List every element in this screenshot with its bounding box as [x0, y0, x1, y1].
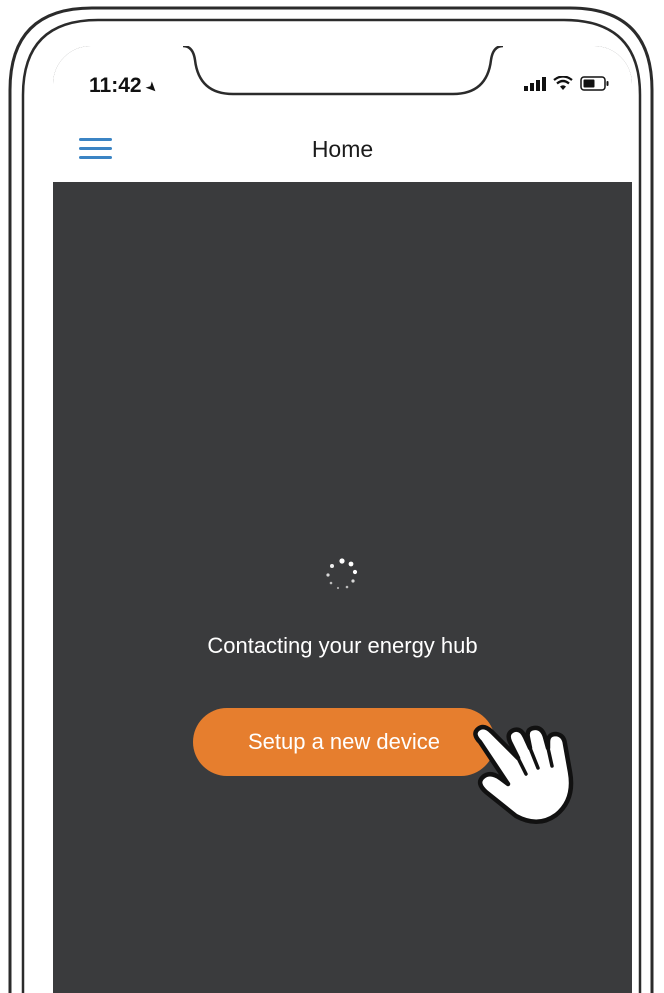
- loading-spinner-icon: [326, 558, 358, 590]
- page-title: Home: [311, 136, 374, 162]
- phone-screen: 11:42➤ Home Contacting your energy hub S…: [53, 46, 632, 993]
- hand-pointer-icon: [473, 724, 574, 824]
- nav-bar: Home: [53, 116, 632, 182]
- phone-notch: [182, 46, 504, 96]
- setup-new-device-button[interactable]: Setup a new device: [193, 708, 495, 776]
- loading-message: Contacting your energy hub: [207, 633, 478, 658]
